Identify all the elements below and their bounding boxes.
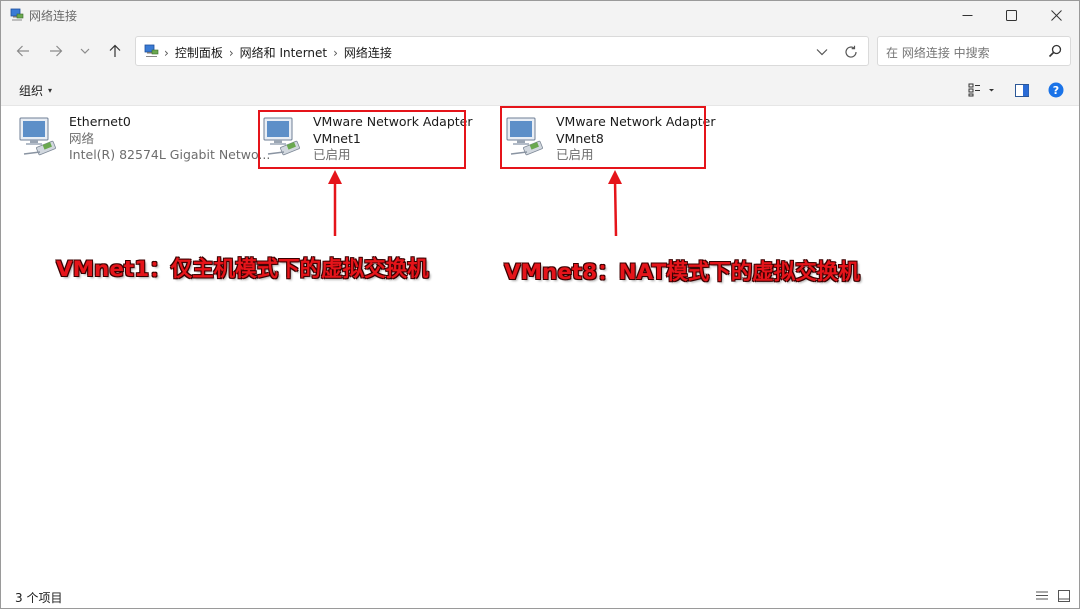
breadcrumb: › 控制面板 › 网络和 Internet › 网络连接 bbox=[164, 44, 392, 61]
breadcrumb-separator: › bbox=[164, 45, 169, 60]
annotation-vmnet8: VMnet8：NAT模式下的虚拟交换机 bbox=[504, 260, 860, 285]
maximize-icon bbox=[1005, 9, 1017, 21]
close-icon bbox=[1050, 9, 1062, 21]
breadcrumb-separator: › bbox=[228, 45, 234, 60]
close-button[interactable] bbox=[1034, 3, 1078, 27]
forward-button[interactable] bbox=[45, 40, 67, 62]
recent-icon bbox=[80, 48, 90, 54]
minimize-icon bbox=[962, 14, 972, 16]
network-adapter-icon bbox=[19, 117, 56, 156]
item-device: Intel(R) 82574L Gigabit Netwo... bbox=[69, 147, 271, 162]
svg-text:?: ? bbox=[1053, 84, 1059, 97]
help-button[interactable]: ? bbox=[1047, 81, 1065, 99]
preview-pane-button[interactable] bbox=[1013, 81, 1031, 99]
item-text: Ethernet0 网络 Intel(R) 82574L Gigabit Net… bbox=[69, 114, 270, 164]
navigation-bar: › 控制面板 › 网络和 Internet › 网络连接 在 网络连接 中搜索 bbox=[1, 29, 1079, 74]
breadcrumb-network-connections[interactable]: 网络连接 bbox=[344, 44, 392, 61]
highlight-box-vmnet1 bbox=[258, 110, 466, 169]
search-icon bbox=[1048, 44, 1062, 58]
item-status: 网络 bbox=[69, 130, 95, 146]
organize-label: 组织 bbox=[19, 84, 44, 98]
command-bar: 组织 ▾ ? bbox=[1, 74, 1079, 106]
large-icons-view-icon[interactable] bbox=[1057, 589, 1071, 603]
view-options-icon bbox=[968, 83, 994, 97]
search-input[interactable]: 在 网络连接 中搜索 bbox=[877, 36, 1071, 66]
status-bar: 3 个项目 bbox=[1, 585, 1079, 607]
connection-ethernet0[interactable]: Ethernet0 网络 Intel(R) 82574L Gigabit Net… bbox=[18, 110, 270, 170]
up-button[interactable] bbox=[104, 40, 126, 62]
back-button[interactable] bbox=[12, 40, 34, 62]
title-bar: 网络连接 bbox=[1, 1, 1079, 29]
item-count: 3 个项目 bbox=[15, 591, 63, 605]
network-connections-icon bbox=[144, 44, 159, 57]
refresh-icon bbox=[845, 45, 857, 58]
refresh-button[interactable] bbox=[842, 43, 860, 61]
arrow-up-icon bbox=[328, 170, 342, 236]
breadcrumb-control-panel[interactable]: 控制面板 bbox=[175, 44, 223, 61]
chevron-down-icon: ▾ bbox=[48, 86, 53, 95]
highlight-box-vmnet8 bbox=[500, 106, 706, 169]
forward-icon bbox=[50, 45, 63, 57]
organize-menu-button[interactable]: 组织 ▾ bbox=[19, 82, 52, 99]
breadcrumb-separator: › bbox=[333, 45, 338, 60]
arrow-up-icon bbox=[608, 170, 622, 237]
address-dropdown-button[interactable] bbox=[814, 44, 830, 60]
recent-locations-button[interactable] bbox=[74, 40, 96, 62]
minimize-button[interactable] bbox=[945, 3, 989, 27]
preview-pane-icon bbox=[1015, 83, 1029, 97]
window-title: 网络连接 bbox=[29, 9, 78, 23]
chevron-down-icon bbox=[816, 49, 828, 56]
annotation-vmnet1: VMnet1：仅主机模式下的虚拟交换机 bbox=[56, 257, 429, 282]
help-icon: ? bbox=[1048, 82, 1064, 98]
search-placeholder: 在 网络连接 中搜索 bbox=[886, 46, 990, 60]
view-options-button[interactable] bbox=[965, 81, 997, 99]
back-icon bbox=[16, 45, 29, 57]
up-icon bbox=[109, 44, 121, 57]
maximize-button[interactable] bbox=[989, 3, 1033, 27]
breadcrumb-network-internet[interactable]: 网络和 Internet bbox=[240, 44, 327, 61]
address-bar[interactable]: › 控制面板 › 网络和 Internet › 网络连接 bbox=[135, 36, 869, 66]
network-connections-icon bbox=[10, 8, 24, 21]
item-name: Ethernet0 bbox=[69, 114, 131, 129]
details-view-icon[interactable] bbox=[1035, 589, 1049, 603]
